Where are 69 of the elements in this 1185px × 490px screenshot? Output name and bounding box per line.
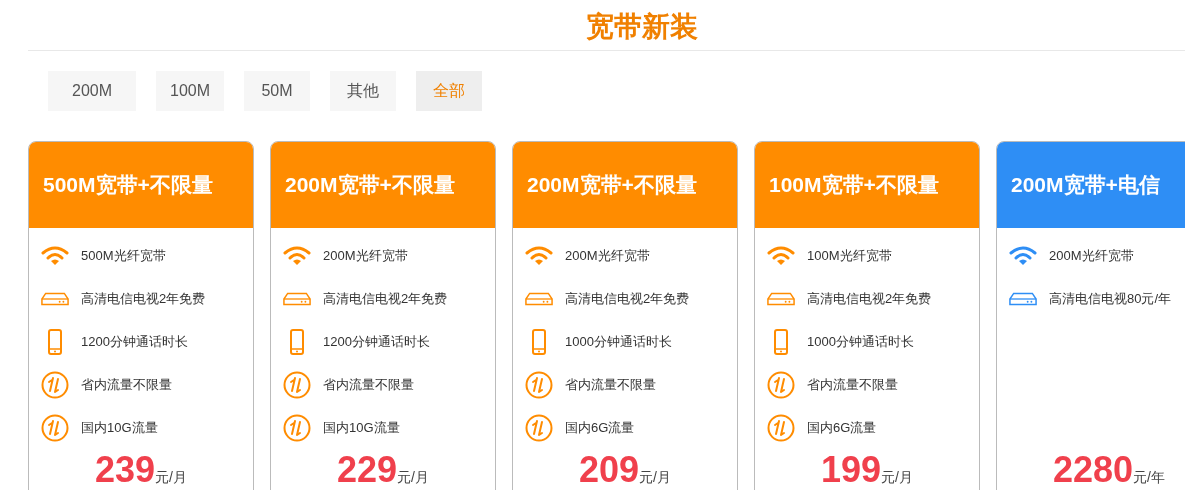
- feature-text: 国内6G流量: [807, 418, 877, 437]
- wifi-icon: [1009, 245, 1037, 266]
- feature-text: 高清电信电视2年免费: [81, 289, 206, 308]
- plan-card[interactable]: 200M宽带+不限量 200M光纤宽带 高清电信电视2年免费 1000分钟通话时长 省内流量不限量 国内6G流量 209元/月: [512, 141, 738, 490]
- feature-text: 200M光纤宽带: [565, 246, 650, 265]
- feature-text: 1200分钟通话时长: [323, 332, 430, 351]
- feature-text: 高清电信电视2年免费: [323, 289, 448, 308]
- feature-text: 高清电信电视80元/年: [1049, 289, 1172, 308]
- set-top-box-icon: [525, 290, 553, 307]
- data-traffic-icon: [41, 370, 69, 399]
- price-unit: 元/月: [639, 469, 671, 487]
- price-value: 229: [337, 450, 398, 490]
- plan-title: 200M宽带+电信: [997, 142, 1185, 228]
- data-traffic-icon: [525, 370, 553, 399]
- feature-text: 国内6G流量: [565, 418, 635, 437]
- feature-text: 200M光纤宽带: [323, 246, 408, 265]
- price-value: 2280: [1053, 450, 1134, 490]
- price-unit: 元/月: [881, 469, 913, 487]
- feature-text: 100M光纤宽带: [807, 246, 892, 265]
- feature-text: 1000分钟通话时长: [565, 332, 672, 351]
- data-traffic-icon: [283, 370, 311, 399]
- plan-card[interactable]: 100M宽带+不限量 100M光纤宽带 高清电信电视2年免费 1000分钟通话时长 省内流量不限量 国内6G流量 199元/月: [754, 141, 980, 490]
- plan-card[interactable]: 500M宽带+不限量 500M光纤宽带 高清电信电视2年免费 1200分钟通话时长 省内流量不限量 国内10G流量 239元/月: [28, 141, 254, 490]
- plan-title: 100M宽带+不限量: [755, 142, 979, 228]
- plan-card[interactable]: 200M宽带+不限量 200M光纤宽带 高清电信电视2年免费 1200分钟通话时长 省内流量不限量 国内10G流量 229元/月: [270, 141, 496, 490]
- filter-tab[interactable]: 100M: [156, 71, 225, 111]
- data-traffic-icon: [283, 413, 311, 442]
- set-top-box-icon: [767, 290, 795, 307]
- set-top-box-icon: [283, 290, 311, 307]
- set-top-box-icon: [1009, 290, 1037, 307]
- phone-icon: [290, 328, 304, 355]
- price-unit: 元/月: [155, 469, 187, 487]
- feature-text: 省内流量不限量: [81, 375, 172, 394]
- plan-card[interactable]: 200M宽带+电信 200M光纤宽带 高清电信电视80元/年 2280元/年: [996, 141, 1185, 490]
- price-value: 209: [579, 450, 640, 490]
- feature-text: 1000分钟通话时长: [807, 332, 914, 351]
- phone-icon: [532, 328, 546, 355]
- price-unit: 元/月: [397, 469, 429, 487]
- wifi-icon: [283, 245, 311, 266]
- feature-text: 500M光纤宽带: [81, 246, 166, 265]
- data-traffic-icon: [767, 370, 795, 399]
- data-traffic-icon: [767, 413, 795, 442]
- filter-tab[interactable]: 50M: [244, 71, 311, 111]
- plan-title: 500M宽带+不限量: [29, 142, 253, 228]
- feature-text: 1200分钟通话时长: [81, 332, 188, 351]
- feature-text: 省内流量不限量: [323, 375, 414, 394]
- phone-icon: [48, 328, 62, 355]
- data-traffic-icon: [525, 413, 553, 442]
- price-value: 199: [821, 450, 882, 490]
- section-title: 宽带新装: [585, 10, 698, 44]
- wifi-icon: [525, 245, 553, 266]
- feature-text: 国内10G流量: [323, 418, 400, 437]
- filter-tab[interactable]: 200M: [48, 71, 136, 111]
- feature-text: 省内流量不限量: [565, 375, 656, 394]
- set-top-box-icon: [41, 290, 69, 307]
- plan-title: 200M宽带+不限量: [271, 142, 495, 228]
- data-traffic-icon: [41, 413, 69, 442]
- wifi-icon: [767, 245, 795, 266]
- feature-text: 200M光纤宽带: [1049, 246, 1134, 265]
- feature-text: 高清电信电视2年免费: [807, 289, 932, 308]
- wifi-icon: [41, 245, 69, 266]
- feature-text: 省内流量不限量: [807, 375, 898, 394]
- feature-text: 国内10G流量: [81, 418, 158, 437]
- phone-icon: [774, 328, 788, 355]
- plan-title: 200M宽带+不限量: [513, 142, 737, 228]
- price-unit: 元/年: [1133, 469, 1165, 487]
- price-value: 239: [95, 450, 156, 490]
- feature-text: 高清电信电视2年免费: [565, 289, 690, 308]
- filter-tab[interactable]: 其他: [330, 71, 397, 111]
